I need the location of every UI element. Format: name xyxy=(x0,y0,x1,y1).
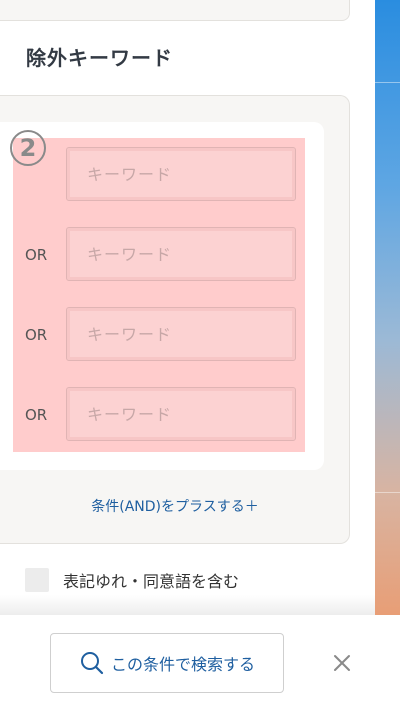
search-button[interactable]: この条件で検索する xyxy=(50,633,284,693)
search-button-label: この条件で検索する xyxy=(110,655,255,674)
close-icon[interactable] xyxy=(330,651,354,675)
keyword-input-4[interactable] xyxy=(66,387,296,441)
or-label: OR xyxy=(25,326,48,344)
synonym-checkbox[interactable] xyxy=(25,568,49,592)
synonym-checkbox-label: 表記ゆれ・同意語を含む xyxy=(63,572,240,591)
or-label: OR xyxy=(25,406,48,424)
footer-bar: この条件で検索する xyxy=(0,615,400,710)
background-strip xyxy=(375,0,400,615)
keyword-input-2[interactable] xyxy=(66,227,296,281)
or-label: OR xyxy=(25,246,48,264)
keyword-input-3[interactable] xyxy=(66,307,296,361)
filter-panel: 除外キーワード 2 OR OR OR 条件(AND)をプラスする＋ 表記ゆれ・同… xyxy=(0,0,375,615)
section-title: 除外キーワード xyxy=(26,46,173,70)
synonym-option[interactable]: 表記ゆれ・同意語を含む xyxy=(25,568,239,592)
scroll-fade xyxy=(0,595,375,615)
keyword-input-1[interactable] xyxy=(66,147,296,201)
page: 除外キーワード 2 OR OR OR 条件(AND)をプラスする＋ 表記ゆれ・同… xyxy=(0,0,400,710)
add-and-condition-link[interactable]: 条件(AND)をプラスする＋ xyxy=(0,496,350,516)
previous-section-card xyxy=(0,0,350,21)
step-badge: 2 xyxy=(10,130,46,166)
search-icon xyxy=(80,652,104,675)
